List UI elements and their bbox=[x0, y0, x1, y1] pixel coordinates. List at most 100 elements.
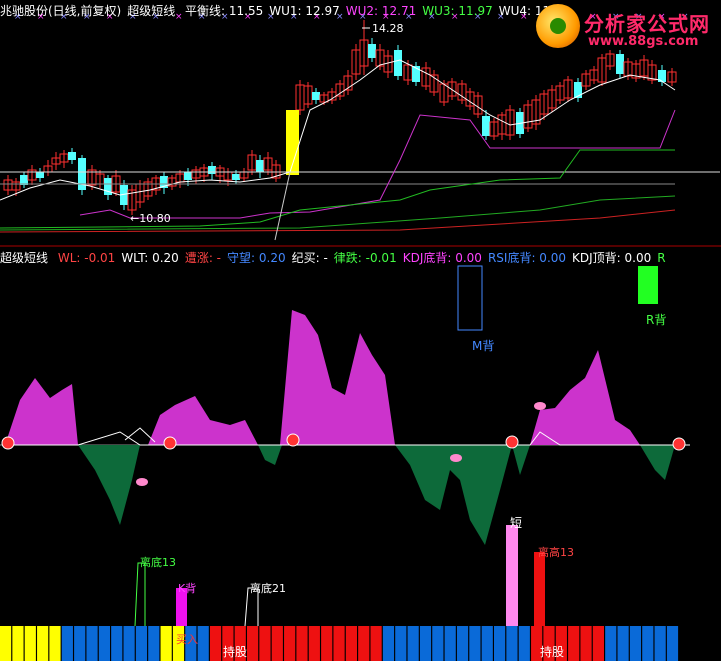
ma-red bbox=[0, 209, 676, 233]
top-value-2: WU2: 12.71 bbox=[345, 4, 417, 18]
signal-bar bbox=[123, 626, 135, 661]
sub-indicator-name: 超级短线 bbox=[0, 251, 49, 265]
pink-marker bbox=[450, 454, 462, 462]
logo-badge-icon bbox=[536, 4, 580, 48]
cross-line bbox=[274, 171, 291, 241]
candle-body bbox=[368, 44, 376, 58]
signal-bar bbox=[148, 626, 160, 661]
lidi13-bracket bbox=[134, 562, 146, 627]
candle-body bbox=[394, 50, 402, 76]
candle-body bbox=[312, 92, 320, 100]
signal-bar bbox=[370, 626, 382, 661]
chart-canvas: ××××××××××××××××××××××××××××××14.28←10.8… bbox=[0, 12, 721, 661]
r-back-label: R背 bbox=[646, 313, 666, 327]
stock-name: 兆驰股份(日线,前复权) bbox=[0, 4, 122, 18]
area-pink-3 bbox=[280, 310, 395, 445]
buy-dot bbox=[505, 435, 519, 449]
signal-bar bbox=[494, 626, 506, 661]
signal-bar bbox=[321, 626, 333, 661]
signal-bar bbox=[74, 626, 86, 661]
ma-green-2 bbox=[0, 195, 676, 231]
signal-bar bbox=[629, 626, 642, 661]
ligao13-label: 离高13 bbox=[538, 545, 574, 559]
signal-bar bbox=[345, 626, 357, 661]
candle-body bbox=[68, 152, 76, 160]
sub-value-8: KDJ顶背: 0.00 bbox=[572, 251, 652, 265]
candle-body bbox=[232, 174, 240, 180]
signal-bar bbox=[642, 626, 654, 661]
signal-bar bbox=[481, 626, 493, 661]
candle-body bbox=[36, 172, 44, 178]
signal-bar bbox=[605, 626, 617, 661]
buy-dot bbox=[286, 433, 300, 447]
hold-label-1: 持股 bbox=[223, 644, 247, 659]
signal-bar bbox=[49, 626, 61, 661]
sub-value-4: 纪买: - bbox=[291, 251, 328, 265]
signal-bar bbox=[395, 626, 407, 661]
candle-body bbox=[482, 116, 490, 136]
signal-bar bbox=[333, 626, 345, 661]
area-green-2 bbox=[258, 445, 282, 465]
signal-bar bbox=[24, 626, 36, 661]
duan-bar bbox=[506, 525, 518, 626]
duan-label: 短 bbox=[510, 516, 522, 530]
signal-bar bbox=[617, 626, 629, 661]
top-header: 兆驰股份(日线,前复权) 超级短线 平衡线: 11.55 WU1: 12.97 WU2… bbox=[0, 2, 574, 18]
signal-bar bbox=[518, 626, 530, 661]
sub-value-3: 守望: 0.20 bbox=[227, 251, 286, 265]
signal-bar bbox=[259, 626, 271, 661]
low-price-label: ←10.80 bbox=[130, 212, 171, 225]
signal-bar bbox=[209, 626, 222, 661]
signal-bar bbox=[469, 626, 481, 661]
signal-bar bbox=[506, 626, 518, 661]
top-value-3: WU3: 11.97 bbox=[422, 4, 493, 18]
signal-bar bbox=[580, 626, 592, 661]
site-logo: 分析家公式网 www.88gs.com bbox=[532, 2, 718, 54]
sub-value-7: RSI底背: 0.00 bbox=[487, 251, 567, 265]
m-back-box bbox=[457, 265, 483, 331]
area-pink-2 bbox=[148, 396, 258, 445]
stock-chart-window: { "header_top": { "stock_name": "兆驰股份(日线… bbox=[0, 0, 721, 661]
sub-value-5: 律跌: -0.01 bbox=[333, 251, 397, 265]
high-price-label: 14.28 bbox=[372, 22, 404, 35]
signal-bar bbox=[358, 626, 370, 661]
logo-title: 分析家公式网 bbox=[584, 12, 710, 36]
signal-bar bbox=[12, 626, 24, 661]
top-value-0: 平衡线: 11.55 bbox=[185, 4, 264, 18]
signal-bar bbox=[271, 626, 283, 661]
lidi13-label: 离底13 bbox=[140, 555, 176, 569]
sub-value-9: R bbox=[657, 251, 666, 265]
signal-bar bbox=[160, 626, 172, 661]
signal-bar bbox=[37, 626, 49, 661]
pink-marker bbox=[136, 478, 148, 486]
signal-bar bbox=[284, 626, 296, 661]
signal-bar bbox=[592, 626, 604, 661]
signal-bar bbox=[308, 626, 320, 661]
signal-bar bbox=[419, 626, 432, 661]
signal-bar bbox=[407, 626, 419, 661]
sub-value-2: 遭涨: - bbox=[184, 251, 222, 265]
r-back-box bbox=[638, 266, 658, 304]
signal-bar bbox=[444, 626, 456, 661]
area-pink-1 bbox=[5, 378, 78, 445]
signal-bar bbox=[247, 626, 259, 661]
sub-value-0: WL: -0.01 bbox=[57, 251, 116, 265]
ma-white bbox=[0, 59, 676, 201]
signal-bar bbox=[197, 626, 209, 661]
area-green-1 bbox=[78, 445, 140, 525]
k-back-label: K背 bbox=[178, 581, 196, 595]
candle-body bbox=[208, 166, 216, 174]
signal-bar bbox=[456, 626, 469, 661]
candle-body bbox=[256, 160, 264, 172]
signal-bar bbox=[666, 626, 679, 661]
candle-body bbox=[184, 172, 192, 180]
signal-bar bbox=[135, 626, 148, 661]
ligao13-bar bbox=[534, 552, 545, 626]
area-green-4 bbox=[512, 445, 530, 475]
buy-dot bbox=[1, 436, 15, 450]
signal-bar bbox=[296, 626, 308, 661]
area-green-5 bbox=[640, 445, 675, 480]
candle-body bbox=[616, 54, 624, 74]
signal-bar bbox=[61, 626, 73, 661]
signal-bar bbox=[654, 626, 666, 661]
